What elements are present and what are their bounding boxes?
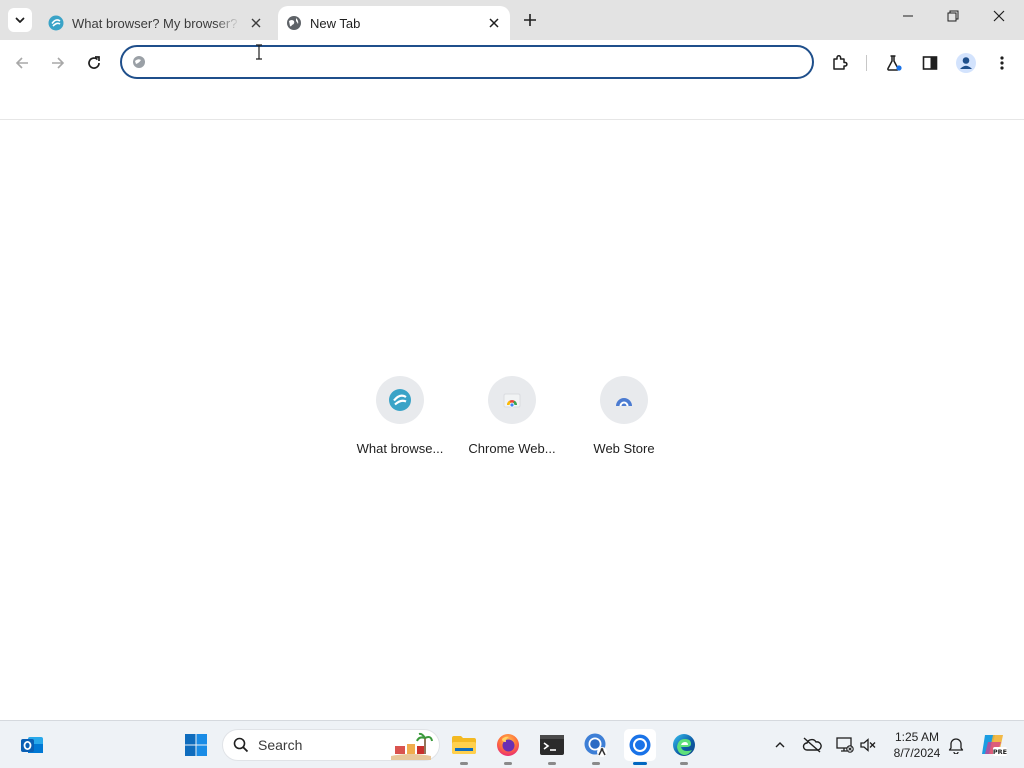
system-clock[interactable]: 1:25 AM 8/7/2024 [884, 729, 950, 761]
shortcut-web-store[interactable]: Web Store [568, 376, 680, 456]
labs-button[interactable] [878, 47, 910, 79]
volume-muted-icon[interactable] [856, 733, 880, 757]
restore-icon [947, 10, 959, 22]
puzzle-icon [833, 54, 848, 70]
tab-title: What browser? My browser? Is [72, 15, 240, 31]
chrome-icon[interactable] [624, 729, 656, 765]
search-icon [233, 737, 249, 753]
whatbrowser-favicon [48, 15, 64, 31]
tab-new-tab[interactable]: New Tab [278, 6, 510, 40]
forward-button[interactable] [42, 47, 74, 79]
flask-icon [887, 55, 902, 71]
search-engine-icon [132, 55, 146, 69]
arrow-right-icon [52, 57, 65, 69]
profile-button[interactable] [950, 47, 982, 79]
minimize-button[interactable] [885, 0, 931, 32]
close-tab-icon[interactable] [248, 15, 264, 31]
running-indicator [548, 762, 556, 765]
whatbrowser-icon [376, 376, 424, 424]
new-tab-button[interactable] [518, 8, 542, 32]
search-highlight-icon [389, 732, 433, 760]
notifications-bell-icon[interactable] [944, 733, 968, 757]
globe-icon [286, 15, 302, 31]
plus-icon [524, 14, 536, 26]
file-explorer-icon[interactable] [448, 729, 480, 765]
onedrive-offline-icon[interactable] [800, 733, 824, 757]
tab-strip: What browser? My browser? Is New Tab [0, 0, 1024, 40]
running-indicator [504, 762, 512, 765]
running-indicator [680, 762, 688, 765]
tab-title: New Tab [310, 15, 361, 31]
shortcut-label: Chrome Web... [468, 441, 556, 456]
clock-time: 1:25 AM [894, 730, 940, 744]
menu-button[interactable] [986, 47, 1018, 79]
chevron-up-icon [775, 742, 785, 748]
chrome-canary-icon[interactable] [580, 729, 612, 765]
outlook-icon[interactable] [16, 729, 48, 761]
shortcut-label: What browse... [356, 441, 444, 456]
chrome-web-store-icon [488, 376, 536, 424]
minimize-icon [903, 15, 913, 17]
side-panel-button[interactable] [914, 47, 946, 79]
copilot-pre-icon[interactable]: PRE [978, 731, 1008, 759]
firefox-icon[interactable] [492, 729, 524, 765]
arrow-left-icon [15, 57, 28, 69]
bookmarks-bar [0, 86, 1024, 120]
chevron-down-icon [15, 17, 25, 23]
avatar-icon [956, 53, 976, 73]
terminal-icon[interactable] [536, 729, 568, 765]
side-panel-icon [922, 56, 938, 70]
restore-button[interactable] [930, 0, 976, 32]
svg-text:PRE: PRE [993, 748, 1007, 756]
search-label: Search [258, 737, 303, 753]
web-store-icon [600, 376, 648, 424]
running-indicator [460, 762, 468, 765]
taskbar-search[interactable]: Search [222, 729, 440, 761]
shortcut-what-browser[interactable]: What browse... [344, 376, 456, 456]
extensions-button[interactable] [824, 47, 856, 79]
back-button[interactable] [6, 47, 38, 79]
shortcut-chrome-web[interactable]: Chrome Web... [456, 376, 568, 456]
show-hidden-icons-button[interactable] [768, 733, 792, 757]
active-indicator [633, 762, 647, 765]
reload-icon [88, 56, 100, 69]
toolbar-divider [866, 55, 867, 71]
shortcut-label: Web Store [593, 441, 655, 456]
text-cursor [254, 44, 264, 60]
network-icon[interactable] [832, 733, 856, 757]
windows-start-icon[interactable] [180, 729, 212, 761]
tab-what-browser[interactable]: What browser? My browser? Is [40, 6, 272, 40]
close-tab-icon[interactable] [486, 15, 502, 31]
tab-search-button[interactable] [8, 8, 32, 32]
close-icon [993, 10, 1005, 22]
toolbar [0, 40, 1024, 86]
reload-button[interactable] [78, 47, 110, 79]
address-input[interactable] [154, 47, 812, 77]
clock-date: 8/7/2024 [893, 746, 941, 760]
omnibox[interactable] [120, 45, 814, 79]
kebab-menu-icon [1000, 56, 1004, 70]
close-window-button[interactable] [976, 0, 1022, 32]
running-indicator [592, 762, 600, 765]
windows-taskbar: Search 1:25 AM 8/7/2024 PRE [0, 720, 1024, 768]
edge-icon[interactable] [668, 729, 700, 765]
